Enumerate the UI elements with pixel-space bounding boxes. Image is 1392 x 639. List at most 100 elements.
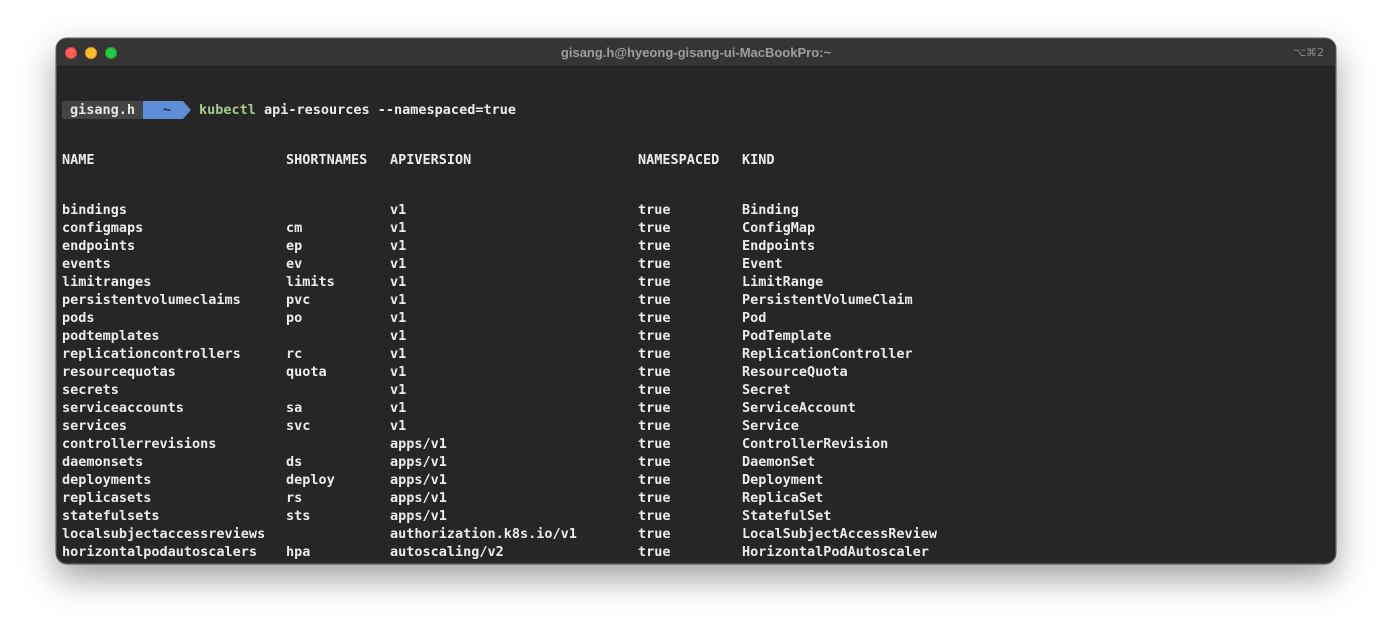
- cell-apiversion: v1: [390, 418, 407, 434]
- table-row: resourcequotas quota v1 true ResourceQuota: [62, 363, 1331, 381]
- cell-apiversion: apps/v1: [390, 472, 447, 488]
- header-apiversion: APIVERSION: [390, 152, 472, 168]
- cell-shortnames: quota: [286, 364, 327, 380]
- table-row: services svc v1 true Service: [62, 417, 1331, 435]
- cell-namespaced: true: [638, 508, 671, 524]
- cell-name: pods: [62, 310, 95, 326]
- cell-shortnames: cj: [286, 561, 302, 563]
- cell-shortnames: limits: [286, 274, 335, 290]
- cell-apiversion: v1: [390, 328, 407, 344]
- cell-kind: Endpoints: [742, 238, 816, 254]
- cell-name: podtemplates: [62, 328, 160, 344]
- cell-namespaced: true: [638, 346, 671, 362]
- cell-name: services: [62, 418, 128, 434]
- cell-namespaced: true: [638, 418, 671, 434]
- cell-name: localsubjectaccessreviews: [62, 526, 266, 542]
- table-row: replicationcontrollers rc v1 true Replicatio…: [62, 345, 1331, 363]
- command-args: api-resources --namespaced=true: [264, 102, 516, 118]
- cell-kind: ResourceQuota: [742, 364, 848, 380]
- cell-kind: Secret: [742, 382, 791, 398]
- header-kind: KIND: [742, 152, 775, 168]
- cell-kind: Service: [742, 418, 799, 434]
- table-row: events ev v1 true Event: [62, 255, 1331, 273]
- table-row: serviceaccounts sa v1 true ServiceAccount: [62, 399, 1331, 417]
- cell-name: replicasets: [62, 490, 152, 506]
- cell-apiversion: v1: [390, 202, 407, 218]
- cell-name: secrets: [62, 382, 119, 398]
- cell-name: bindings: [62, 202, 128, 218]
- table-row: localsubjectaccessreviews authorization.k…: [62, 525, 1331, 543]
- title-bar[interactable]: gisang.h@hyeong-gisang-ui-MacBookPro:~ ⌥…: [57, 39, 1335, 67]
- cell-kind: PersistentVolumeClaim: [742, 292, 913, 308]
- cell-namespaced: true: [638, 364, 671, 380]
- cell-apiversion: autoscaling/v2: [390, 544, 504, 560]
- cell-name: limitranges: [62, 274, 152, 290]
- cell-apiversion: v1: [390, 310, 407, 326]
- cell-kind: LimitRange: [742, 274, 824, 290]
- cell-namespaced: true: [638, 454, 671, 470]
- cell-shortnames: ev: [286, 256, 303, 272]
- cell-name: serviceaccounts: [62, 400, 184, 416]
- cell-namespaced: true: [638, 382, 671, 398]
- cell-kind: StatefulSet: [742, 508, 832, 524]
- cell-shortnames: cm: [286, 220, 303, 236]
- cell-apiversion: v1: [390, 220, 407, 236]
- cell-name: horizontalpodautoscalers: [62, 544, 258, 560]
- cell-shortnames: rc: [286, 346, 303, 362]
- cell-apiversion: apps/v1: [390, 454, 447, 470]
- cell-name: statefulsets: [62, 508, 160, 524]
- cell-namespaced: true: [638, 328, 671, 344]
- table-row: persistentvolumeclaims pvc v1 true Persisten…: [62, 291, 1331, 309]
- cell-apiversion: v1: [390, 256, 407, 272]
- cell-shortnames: hpa: [286, 544, 311, 560]
- cell-namespaced: true: [638, 310, 671, 326]
- cell-namespaced: true: [638, 292, 671, 308]
- cell-namespaced: true: [638, 274, 671, 290]
- table-row: secrets v1 true Secret: [62, 381, 1331, 399]
- terminal-content[interactable]: gisang.h ~ kubectl api-resources --names…: [62, 69, 1331, 563]
- cell-name: deployments: [62, 472, 152, 488]
- cell-kind: ReplicaSet: [742, 490, 824, 506]
- cell-kind: DaemonSet: [742, 454, 816, 470]
- table-body: bindings v1 true Binding configmaps cm v1 true C…: [62, 201, 1331, 563]
- cell-apiversion: v1: [390, 364, 407, 380]
- cell-namespaced: true: [638, 238, 671, 254]
- cell-apiversion: batch/v1: [390, 561, 455, 563]
- cell-shortnames: ds: [286, 454, 303, 470]
- table-row: endpoints ep v1 true Endpoints: [62, 237, 1331, 255]
- cell-kind: Event: [742, 256, 783, 272]
- table-row: cronjobs cj batch/v1 true CronJob: [62, 561, 1331, 563]
- cell-apiversion: apps/v1: [390, 508, 447, 524]
- cell-shortnames: ep: [286, 238, 303, 254]
- cell-kind: CronJob: [742, 561, 799, 563]
- table-header: NAME SHORTNAMES APIVERSION NAMESPACED KI…: [62, 151, 1331, 169]
- prompt-separator-icon: [183, 101, 191, 119]
- prompt-dir-segment: ~: [143, 101, 183, 119]
- cell-kind: LocalSubjectAccessReview: [742, 526, 938, 542]
- cell-name: replicationcontrollers: [62, 346, 241, 362]
- window-shortcut: ⌥⌘2: [1293, 46, 1324, 59]
- cell-shortnames: pvc: [286, 292, 311, 308]
- cell-name: daemonsets: [62, 454, 144, 470]
- cell-namespaced: true: [638, 436, 671, 452]
- cell-name: controllerrevisions: [62, 436, 217, 452]
- cell-name: cronjobs: [62, 561, 127, 563]
- table-row: controllerrevisions apps/v1 true Controller…: [62, 435, 1331, 453]
- cell-name: endpoints: [62, 238, 136, 254]
- cell-apiversion: v1: [390, 346, 407, 362]
- cell-namespaced: true: [638, 202, 671, 218]
- cell-name: configmaps: [62, 220, 144, 236]
- cell-namespaced: true: [638, 256, 671, 272]
- cell-apiversion: v1: [390, 238, 407, 254]
- cell-namespaced: true: [638, 472, 671, 488]
- cell-name: events: [62, 256, 111, 272]
- table-row: horizontalpodautoscalers hpa autoscaling/v…: [62, 543, 1331, 561]
- prompt-user-segment: gisang.h: [62, 101, 143, 119]
- cell-apiversion: authorization.k8s.io/v1: [390, 526, 577, 542]
- table-row: limitranges limits v1 true LimitRange: [62, 273, 1331, 291]
- cell-apiversion: v1: [390, 274, 407, 290]
- cell-apiversion: v1: [390, 382, 407, 398]
- cell-namespaced: true: [638, 544, 671, 560]
- cell-kind: ControllerRevision: [742, 436, 889, 452]
- cell-shortnames: svc: [286, 418, 311, 434]
